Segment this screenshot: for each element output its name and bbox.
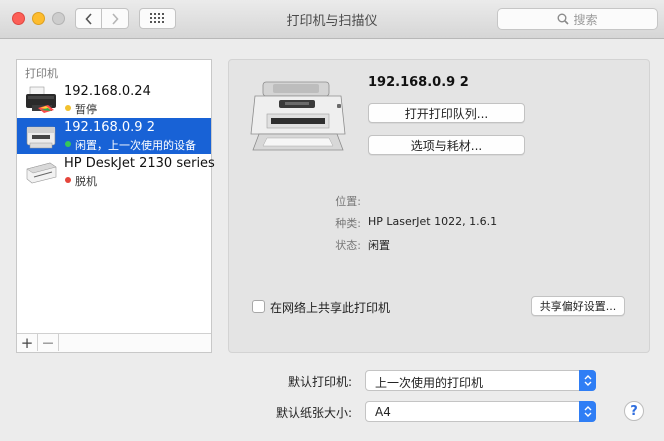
chevron-left-icon xyxy=(84,12,92,25)
status-value: 闲置 xyxy=(368,239,390,252)
default-paper-value: A4 xyxy=(375,405,391,419)
printer-name: HP DeskJet 2130 series xyxy=(64,156,215,171)
printer-list: 打印机 192.168.0.24 暂停 192.168.0.9 2 闲置，上一次… xyxy=(16,59,215,353)
show-all-button[interactable] xyxy=(139,8,176,29)
popup-arrows-icon xyxy=(579,401,596,422)
close-window-button[interactable] xyxy=(12,12,25,25)
list-footer: + — xyxy=(17,333,211,352)
default-paper-label: 默认纸张大小: xyxy=(275,406,352,420)
open-print-queue-button[interactable]: 打开打印队列... xyxy=(368,103,525,123)
printer-list-header: 打印机 xyxy=(25,67,58,80)
printer-list-item-1[interactable]: 192.168.0.24 暂停 xyxy=(17,82,211,118)
add-printer-button[interactable]: + xyxy=(17,334,38,352)
default-printer-select[interactable]: 上一次使用的打印机 xyxy=(365,370,596,391)
share-printer-label[interactable]: 在网络上共享此打印机 xyxy=(270,299,390,316)
printer-name: 192.168.0.9 2 xyxy=(64,120,155,135)
inkjet-printer-icon xyxy=(26,86,56,113)
back-button[interactable] xyxy=(75,8,102,29)
popup-arrows-icon xyxy=(579,370,596,391)
printer-detail-panel: 192.168.0.9 2 打开打印队列... 选项与耗材... 位置: 种类:… xyxy=(228,59,650,353)
status-dot-offline xyxy=(65,177,71,183)
laser-printer-image xyxy=(250,81,346,151)
printer-name: 192.168.0.24 xyxy=(64,84,151,99)
status-dot-paused xyxy=(65,105,71,111)
printer-list-item-3[interactable]: HP DeskJet 2130 series 脱机 xyxy=(17,154,215,190)
default-paper-select[interactable]: A4 xyxy=(365,401,596,422)
zoom-window-button[interactable] xyxy=(52,12,65,25)
printer-status: 暂停 xyxy=(75,103,97,116)
printer-status: 脱机 xyxy=(75,175,97,188)
chevron-right-icon xyxy=(112,12,119,25)
search-icon xyxy=(557,13,570,25)
selected-printer-name: 192.168.0.9 2 xyxy=(368,75,469,90)
help-button[interactable]: ? xyxy=(624,401,644,421)
printer-status: 闲置，上一次使用的设备 xyxy=(75,139,196,152)
grid-icon xyxy=(150,13,164,23)
search-placeholder: 搜索 xyxy=(573,12,598,27)
sharing-preferences-button[interactable]: 共享偏好设置... xyxy=(531,296,625,316)
default-printer-label: 默认打印机: xyxy=(287,375,352,389)
options-supplies-button[interactable]: 选项与耗材... xyxy=(368,135,525,155)
forward-button[interactable] xyxy=(102,8,129,29)
share-printer-checkbox[interactable] xyxy=(252,300,265,313)
location-label: 位置: xyxy=(335,195,361,208)
status-dot-idle xyxy=(65,141,71,147)
minimize-window-button[interactable] xyxy=(32,12,45,25)
deskjet-printer-icon xyxy=(26,162,57,184)
laser-printer-icon xyxy=(26,126,56,149)
title-bar: 打印机与扫描仪 搜索 xyxy=(0,0,664,39)
search-field[interactable]: 搜索 xyxy=(497,8,658,30)
status-label: 状态: xyxy=(335,239,361,252)
kind-label: 种类: xyxy=(335,217,361,230)
printer-list-item-2[interactable]: 192.168.0.9 2 闲置，上一次使用的设备 xyxy=(17,118,211,154)
default-printer-value: 上一次使用的打印机 xyxy=(375,376,484,390)
kind-value: HP LaserJet 1022, 1.6.1 xyxy=(368,215,498,228)
window-title: 打印机与扫描仪 xyxy=(286,14,378,29)
remove-printer-button[interactable]: — xyxy=(38,334,59,351)
